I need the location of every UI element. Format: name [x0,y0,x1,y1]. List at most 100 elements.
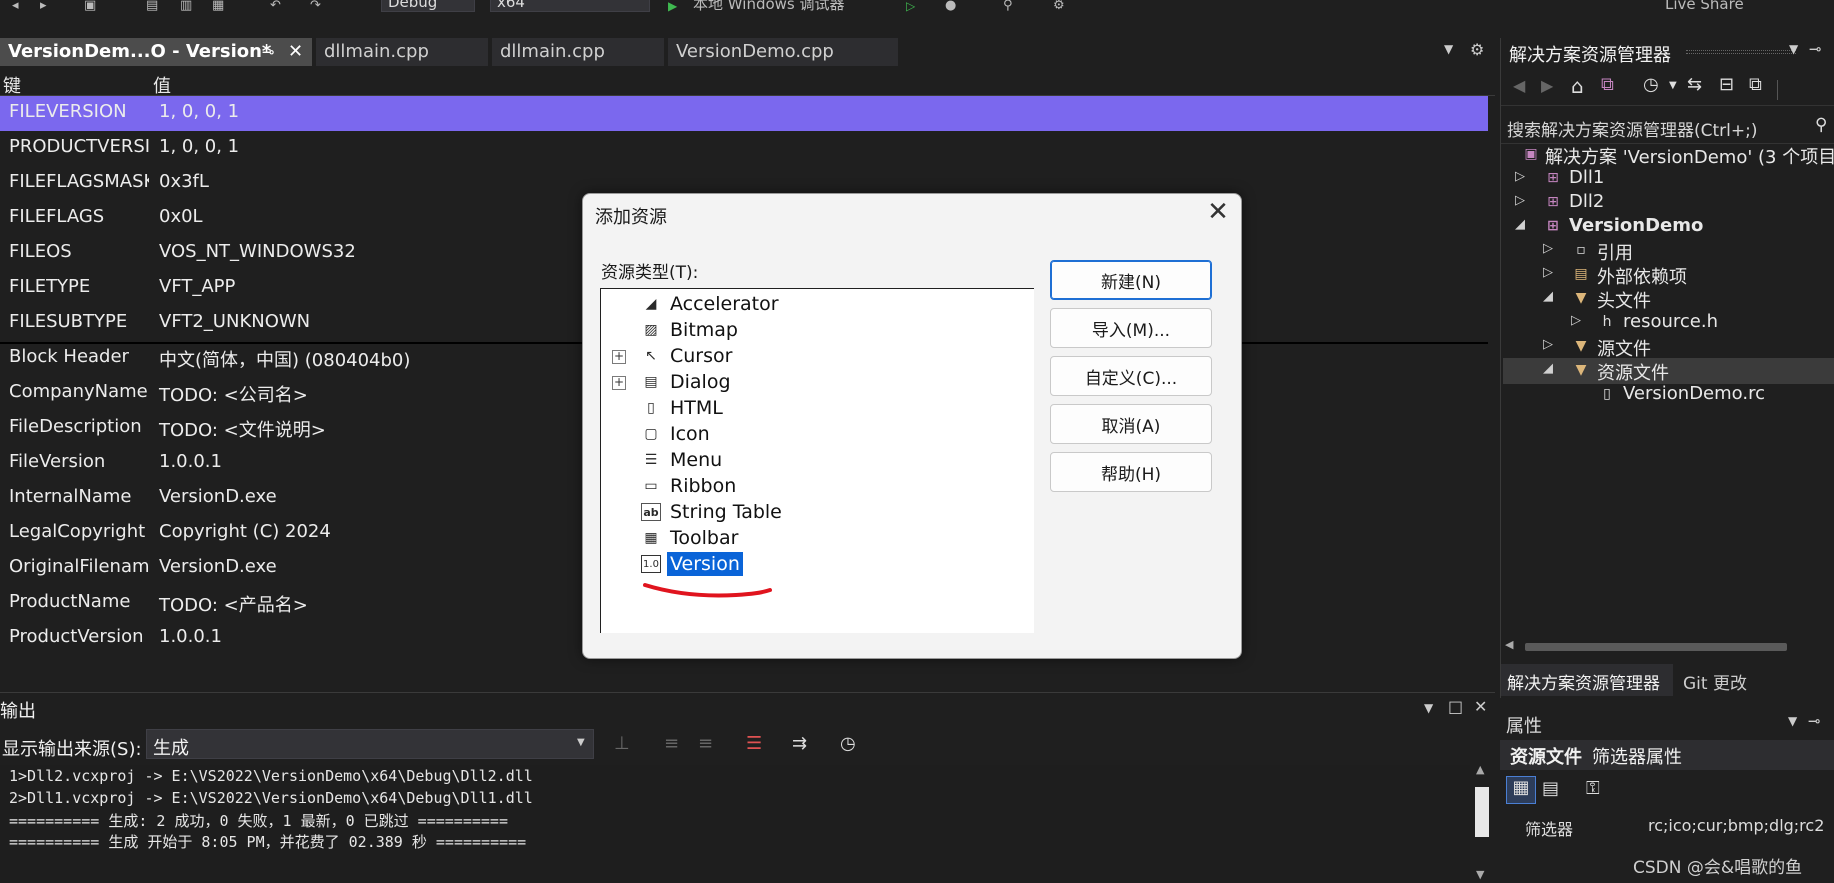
solution-search-box[interactable]: 搜索解决方案资源管理器(Ctrl+;) ⚲ [1501,110,1834,144]
word-wrap-icon[interactable]: ⇉ [792,733,807,754]
undo-icon[interactable]: ↶ [270,0,281,12]
pending-changes-icon[interactable]: ◷ [1643,74,1659,95]
row-value[interactable]: 中文(简体，中国) (080404b0) [159,346,410,372]
chevron-right-icon[interactable]: ▷ [1571,313,1581,328]
open-icon[interactable]: ▤ [146,0,158,12]
back-icon[interactable]: ◀ [1513,76,1525,95]
new-button[interactable]: 新建(N) [1050,260,1212,300]
chevron-right-icon[interactable]: ▷ [1515,193,1525,208]
tree-item-dll2[interactable]: ▷ ⊞ Dll2 [1501,190,1834,216]
tree-item-version[interactable]: 1.0 Version [601,551,1031,577]
chevron-down-icon[interactable]: ◢ [1543,361,1553,376]
tree-item-references[interactable]: ▷ ▫ 引用 [1501,238,1834,264]
tree-item-versiondemo[interactable]: ◢ ⊞ VersionDemo [1501,214,1834,240]
sync-icon[interactable]: ⇆ [1687,74,1702,95]
drag-grip[interactable] [1686,50,1796,54]
row-value[interactable]: VersionD.exe [159,486,277,507]
run-label[interactable]: 本地 Windows 调试器 [693,0,845,12]
search-icon[interactable]: ⚲ [1815,115,1827,135]
categorized-view-icon[interactable]: ▦ [1506,776,1536,804]
cancel-button[interactable]: 取消(A) [1050,404,1212,444]
version-row[interactable]: PRODUCTVERSION 1, 0, 0, 1 [0,131,1488,166]
tree-item-dll1[interactable]: ▷ ⊞ Dll1 [1501,166,1834,192]
tree-item-bitmap[interactable]: ▨ Bitmap [601,317,1031,343]
new-project-icon[interactable]: ▣ [84,0,96,12]
back-icon[interactable]: ◂ [12,0,19,12]
row-value[interactable]: 0x0L [159,206,203,227]
previous-message-icon[interactable]: ≡ [664,733,679,754]
scroll-up-icon[interactable]: ▲ [1476,763,1484,776]
tree-item-menu[interactable]: ☰ Menu [601,447,1031,473]
chevron-right-icon[interactable]: ▷ [1543,337,1553,352]
start-without-debug-icon[interactable]: ▷ [906,0,915,12]
scroll-down-icon[interactable]: ▼ [1476,868,1484,881]
row-value[interactable]: TODO: <产品名> [159,591,308,617]
scrollbar-thumb[interactable] [1475,787,1489,837]
row-value[interactable]: VFT_APP [159,276,235,297]
save-icon[interactable]: ▥ [180,0,192,12]
row-value[interactable]: 1, 0, 0, 1 [159,101,239,122]
properties-object-bar[interactable]: 资源文件 筛选器属性 [1500,740,1834,770]
platform-combo[interactable]: x64 [490,0,650,12]
chevron-right-icon[interactable]: ▷ [1543,265,1553,280]
diagnostics-icon[interactable]: ⚙ [1053,0,1065,12]
custom-button[interactable]: 自定义(C)... [1050,356,1212,396]
tree-item-resource-h[interactable]: ▷ h resource.h [1501,310,1834,336]
tree-item-source-files[interactable]: ▷ ▼ 源文件 [1501,334,1834,360]
import-button[interactable]: 导入(M)... [1050,308,1212,348]
tree-item-accelerator[interactable]: ◢ Accelerator [601,291,1031,317]
output-log[interactable]: 1>Dll2.vcxproj -> E:\VS2022\VersionDemo\… [0,765,1470,883]
dropdown-icon[interactable]: ▼ [1669,80,1677,91]
attach-icon[interactable]: ⚲ [1003,0,1013,12]
panel-menu-icon[interactable]: ▼ [1424,701,1433,715]
row-value[interactable]: 0x3fL [159,171,209,192]
tree-item-string-table[interactable]: ab String Table [601,499,1031,525]
column-key-header[interactable]: 键 [3,72,21,98]
tree-item-html[interactable]: ▯ HTML [601,395,1031,421]
chevron-down-icon[interactable]: ◢ [1515,217,1525,232]
stop-icon[interactable]: ● [945,0,956,12]
tab-git-changes[interactable]: Git 更改 [1683,669,1747,694]
property-value[interactable]: rc;ico;cur;bmp;dlg;rc2 [1648,816,1834,835]
scroll-left-icon[interactable]: ◀ [1505,638,1513,651]
pin-icon[interactable]: ⊸ [1808,712,1821,730]
vertical-scrollbar[interactable]: ▲ ▼ [1470,763,1495,883]
chevron-down-icon[interactable]: ◢ [1543,289,1553,304]
pin-icon[interactable]: ⊸ [1809,40,1822,58]
row-value[interactable]: TODO: <公司名> [159,381,308,407]
forward-icon[interactable]: ▶ [1541,76,1553,95]
maximize-icon[interactable]: □ [1448,697,1463,716]
redo-icon[interactable]: ↷ [310,0,321,12]
output-source-select[interactable]: 生成 ▼ [146,729,594,759]
collapse-all-icon[interactable]: ⊟ [1719,74,1734,95]
pin-icon[interactable]: ⊸ [262,38,275,66]
alphabetical-view-icon[interactable]: ▤ [1542,778,1559,799]
close-tab-icon[interactable]: ✕ [288,38,303,66]
settings-gear-icon[interactable]: ⚙ [1470,40,1484,59]
tree-item-resource-files[interactable]: ◢ ▼ 资源文件 [1503,358,1834,384]
tree-item-solution[interactable]: ▣ 解决方案 'VersionDemo' (3 个项目 [1501,142,1834,168]
tree-item-cursor[interactable]: + ↖ Cursor [601,343,1031,369]
tree-item-header-files[interactable]: ◢ ▼ 头文件 [1501,286,1834,312]
column-value-header[interactable]: 值 [153,72,171,98]
tree-item-ribbon[interactable]: ▭ Ribbon [601,473,1031,499]
forward-icon[interactable]: ▸ [40,0,47,12]
tab-version-resource[interactable]: VersionDem...O - Version* ⊸ ✕ [0,38,312,66]
row-value[interactable]: VOS_NT_WINDOWS32 [159,241,356,262]
home-icon[interactable]: ⌂ [1571,74,1584,98]
tree-item-toolbar[interactable]: ▦ Toolbar [601,525,1031,551]
tab-versiondemo-cpp[interactable]: VersionDemo.cpp [668,38,898,66]
help-button[interactable]: 帮助(H) [1050,452,1212,492]
chevron-right-icon[interactable]: ▷ [1543,241,1553,256]
tab-dllmain-1[interactable]: dllmain.cpp [316,38,488,66]
scrollbar-thumb[interactable] [1525,643,1787,651]
close-icon[interactable]: ✕ [1203,198,1233,228]
row-value[interactable]: Copyright (C) 2024 [159,521,331,542]
close-panel-icon[interactable]: ✕ [1474,697,1487,716]
panel-menu-icon[interactable]: ▼ [1789,42,1798,56]
go-to-line-icon[interactable]: ⊥ [614,733,630,754]
row-value[interactable]: 1.0.0.1 [159,451,222,472]
next-message-icon[interactable]: ≡ [698,733,713,754]
live-share-button[interactable]: Live Share [1665,0,1744,12]
row-value[interactable]: TODO: <文件说明> [159,416,326,442]
